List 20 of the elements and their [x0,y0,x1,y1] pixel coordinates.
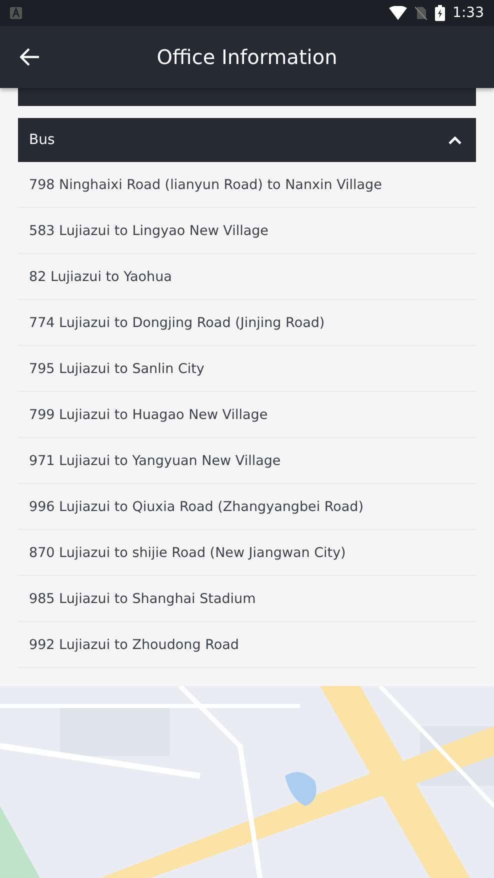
bus-route-item[interactable]: 992 Lujiazui to Zhoudong Road [18,622,476,668]
app-notification-icon [10,7,22,19]
bus-route-item[interactable]: 583 Lujiazui to Lingyao New Village [18,208,476,254]
clock-time: 1:33 [452,5,484,21]
bus-route-item[interactable]: 971 Lujiazui to Yangyuan New Village [18,438,476,484]
no-sim-icon [414,6,427,20]
bus-route-item[interactable]: 870 Lujiazui to shijie Road (New Jiangwan City) [18,530,476,576]
bus-route-item[interactable]: 774 Lujiazui to Dongjing Road (Jinjing Road) [18,300,476,346]
bus-route-item[interactable]: 996 Lujiazui to Qiuxia Road (Zhangyangbei Road) [18,484,476,530]
bus-route-item[interactable]: 799 Lujiazui to Huagao New Village [18,392,476,438]
page-title: Office Information [156,45,338,69]
chevron-icon [448,136,462,144]
section-header[interactable]: Bus [18,118,476,162]
wifi-icon [388,6,407,20]
back-arrow-icon [20,48,40,66]
bus-route-item[interactable]: 795 Lujiazui to Sanlin City [18,346,476,392]
battery-icon [434,5,445,21]
bus-route-item[interactable]: 82 Lujiazui to Yaohua [18,254,476,300]
bus-route-item[interactable]: 985 Lujiazui to Shanghai Stadium [18,576,476,622]
bus-route-item[interactable]: 798 Ninghaixi Road (lianyun Road) to Nanxin Village [18,162,476,208]
